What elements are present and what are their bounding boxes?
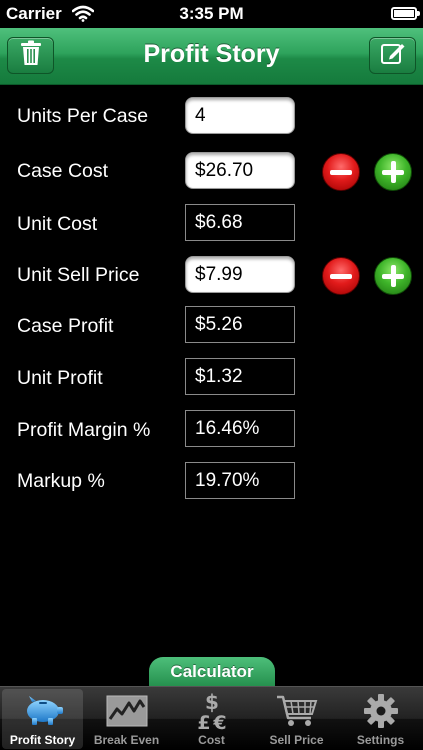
piggy-bank-icon: [2, 692, 83, 730]
calculator-button[interactable]: Calculator: [149, 657, 275, 689]
tab-sell-price[interactable]: Sell Price: [256, 689, 337, 749]
tab-label: Cost: [198, 733, 225, 747]
tab-bar: Profit Story Break Even $ £ € Cost Sell …: [0, 686, 423, 750]
status-bar: Carrier 3:35 PM: [0, 0, 423, 28]
profit-margin-value: 16.46%: [185, 410, 295, 447]
markup-label: Markup %: [17, 470, 105, 492]
case-cost-input[interactable]: $26.70: [185, 152, 295, 189]
clock: 3:35 PM: [179, 4, 244, 23]
case-cost-increase-button[interactable]: [374, 153, 412, 191]
tab-label: Sell Price: [269, 733, 324, 747]
compose-button[interactable]: [369, 37, 416, 74]
compose-icon: [380, 41, 406, 70]
unit-cost-value: $6.68: [185, 204, 295, 241]
line-chart-icon: [86, 692, 167, 730]
gear-icon: [340, 692, 421, 730]
page-title: Profit Story: [143, 40, 280, 68]
svg-text:$: $: [205, 691, 219, 714]
currency-icon: $ £ €: [171, 691, 252, 731]
units-per-case-label: Units Per Case: [17, 105, 149, 127]
tab-settings[interactable]: Settings: [340, 689, 421, 749]
unit-profit-value: $1.32: [185, 358, 295, 395]
tab-label: Profit Story: [9, 733, 76, 747]
svg-text:£: £: [197, 712, 210, 731]
case-profit-label: Case Profit: [17, 315, 114, 337]
tab-label: Settings: [356, 733, 405, 747]
case-cost-label: Case Cost: [17, 160, 109, 182]
battery-icon: [391, 7, 420, 20]
plus-icon: [382, 161, 404, 183]
plus-icon: [382, 265, 404, 287]
shopping-cart-icon: [256, 692, 337, 730]
tab-label: Break Even: [93, 733, 160, 747]
unit-cost-label: Unit Cost: [17, 213, 98, 235]
units-per-case-input[interactable]: 4: [185, 97, 295, 134]
tab-profit-story[interactable]: Profit Story: [2, 689, 83, 749]
unit-sell-price-decrease-button[interactable]: [322, 257, 360, 295]
minus-icon: [330, 169, 352, 175]
unit-sell-price-label: Unit Sell Price: [17, 264, 140, 286]
profit-margin-label: Profit Margin %: [17, 419, 151, 441]
minus-icon: [330, 273, 352, 279]
nav-bar: Profit Story: [0, 28, 423, 85]
tab-break-even[interactable]: Break Even: [86, 689, 167, 749]
tab-cost[interactable]: $ £ € Cost: [171, 689, 252, 749]
markup-value: 19.70%: [185, 462, 295, 499]
case-cost-decrease-button[interactable]: [322, 153, 360, 191]
case-profit-value: $5.26: [185, 306, 295, 343]
unit-profit-label: Unit Profit: [17, 367, 103, 389]
unit-sell-price-increase-button[interactable]: [374, 257, 412, 295]
svg-text:€: €: [212, 712, 226, 731]
unit-sell-price-input[interactable]: $7.99: [185, 256, 295, 293]
